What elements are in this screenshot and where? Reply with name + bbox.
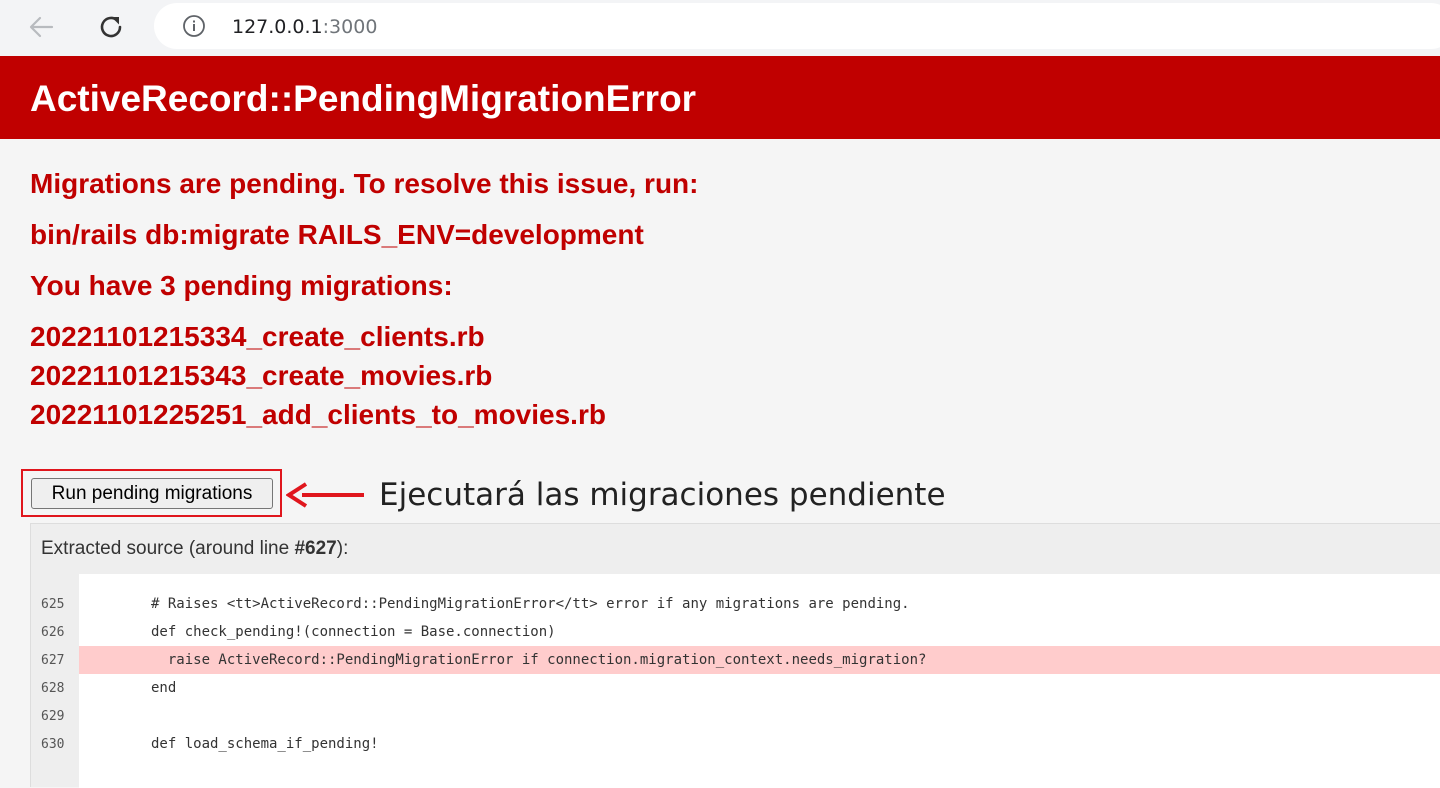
- migration-item: 20221101225251_add_clients_to_movies.rb: [30, 399, 606, 430]
- code-line: def load_schema_if_pending!: [79, 730, 1440, 758]
- code-line: # Raises <tt>ActiveRecord::PendingMigrat…: [79, 590, 1440, 618]
- run-pending-migrations-button[interactable]: Run pending migrations: [31, 478, 273, 509]
- source-header-suffix: ):: [336, 538, 349, 559]
- back-button[interactable]: [22, 8, 60, 46]
- url-port: :3000: [322, 16, 378, 38]
- line-number: 630: [41, 737, 65, 752]
- error-message: Migrations are pending. To resolve this …: [30, 168, 699, 199]
- code-text: end: [151, 680, 177, 696]
- line-number: 629: [41, 709, 65, 724]
- code-text: # Raises <tt>ActiveRecord::PendingMigrat…: [151, 596, 910, 612]
- code-text: raise ActiveRecord::PendingMigrationErro…: [151, 652, 927, 668]
- source-header-prefix: Extracted source (around line: [41, 538, 295, 559]
- migrate-command: bin/rails db:migrate RAILS_ENV=developme…: [30, 219, 644, 250]
- code-line: def check_pending!(connection = Base.con…: [79, 618, 1440, 646]
- url-host: 127.0.0.1: [232, 16, 323, 38]
- source-panel: Extracted source (around line #627): 625…: [30, 523, 1440, 788]
- line-number: 626: [41, 625, 65, 640]
- code-line: end: [79, 674, 1440, 702]
- reload-button[interactable]: [92, 8, 130, 46]
- line-number: 625: [41, 597, 65, 612]
- code-line-highlighted: raise ActiveRecord::PendingMigrationErro…: [79, 646, 1440, 674]
- line-number: 628: [41, 681, 65, 696]
- pending-count: You have 3 pending migrations:: [30, 270, 453, 301]
- code-text: def check_pending!(connection = Base.con…: [151, 624, 556, 640]
- error-title: ActiveRecord::PendingMigrationError: [30, 78, 697, 119]
- migration-item: 20221101215343_create_movies.rb: [30, 360, 493, 391]
- url-text[interactable]: 127.0.0.1:3000: [232, 16, 377, 38]
- reload-icon: [100, 16, 122, 38]
- code-text: def load_schema_if_pending!: [151, 736, 379, 752]
- source-code: # Raises <tt>ActiveRecord::PendingMigrat…: [79, 574, 1440, 788]
- error-header: ActiveRecord::PendingMigrationError: [0, 56, 1440, 139]
- browser-toolbar: 127.0.0.1:3000: [0, 0, 1440, 56]
- line-number: 627: [41, 653, 65, 668]
- source-header: Extracted source (around line #627):: [41, 538, 348, 560]
- address-bar[interactable]: 127.0.0.1:3000: [154, 3, 1440, 49]
- annotation-arrow-icon: [286, 482, 364, 508]
- back-arrow-icon: [29, 16, 54, 38]
- annotation-text: Ejecutará las migraciones pendiente: [379, 477, 946, 513]
- source-header-line: #627: [294, 538, 337, 559]
- migration-item: 20221101215334_create_clients.rb: [30, 321, 485, 352]
- info-icon[interactable]: [182, 14, 206, 38]
